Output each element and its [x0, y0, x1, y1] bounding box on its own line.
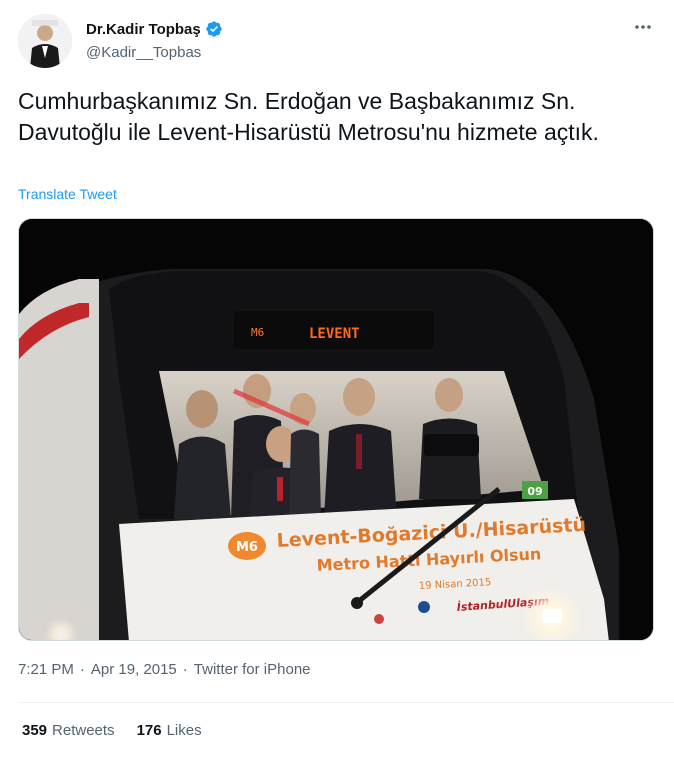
- likes-label: Likes: [166, 722, 202, 739]
- author-display-name[interactable]: Dr.Kadir Topbaş: [86, 21, 201, 38]
- retweets-count: 359: [22, 722, 48, 739]
- likes-count: 176: [136, 722, 162, 739]
- meta-separator: ·: [182, 661, 188, 678]
- tweet-media-photo[interactable]: M6 LEVENT 09 M6 Levent-Boğaziçi Ü./Hisar…: [18, 218, 654, 641]
- display-sign: LEVENT: [309, 326, 360, 342]
- verified-badge-icon: [205, 20, 223, 38]
- line-badge: M6: [236, 540, 258, 555]
- likes-stat[interactable]: 176 Likes: [137, 722, 202, 739]
- tweet-stats: 359 Retweets 176 Likes: [22, 722, 202, 739]
- tweet-time[interactable]: 7:21 PM: [18, 661, 74, 678]
- display-code: M6: [251, 326, 264, 339]
- car-number: 09: [527, 485, 542, 498]
- tweet-source-link[interactable]: Twitter for iPhone: [194, 661, 311, 678]
- meta-separator: ·: [79, 661, 85, 678]
- translate-tweet-link[interactable]: Translate Tweet: [18, 186, 117, 202]
- retweets-stat[interactable]: 359 Retweets: [22, 722, 115, 739]
- author-handle[interactable]: @Kadir__Topbas: [86, 44, 201, 61]
- avatar[interactable]: [18, 14, 72, 68]
- tweet-card: Dr.Kadir Topbaş @Kadir__Topbas Cumhurbaş…: [0, 0, 674, 757]
- tweet-meta: 7:21 PM · Apr 19, 2015 · Twitter for iPh…: [18, 661, 311, 678]
- more-options-icon[interactable]: [632, 16, 654, 38]
- divider: [18, 702, 674, 703]
- author-name-row[interactable]: Dr.Kadir Topbaş: [86, 20, 223, 38]
- retweets-label: Retweets: [52, 722, 115, 739]
- tweet-text: Cumhurbaşkanımız Sn. Erdoğan ve Başbakan…: [18, 88, 599, 145]
- tweet-date[interactable]: Apr 19, 2015: [91, 661, 177, 678]
